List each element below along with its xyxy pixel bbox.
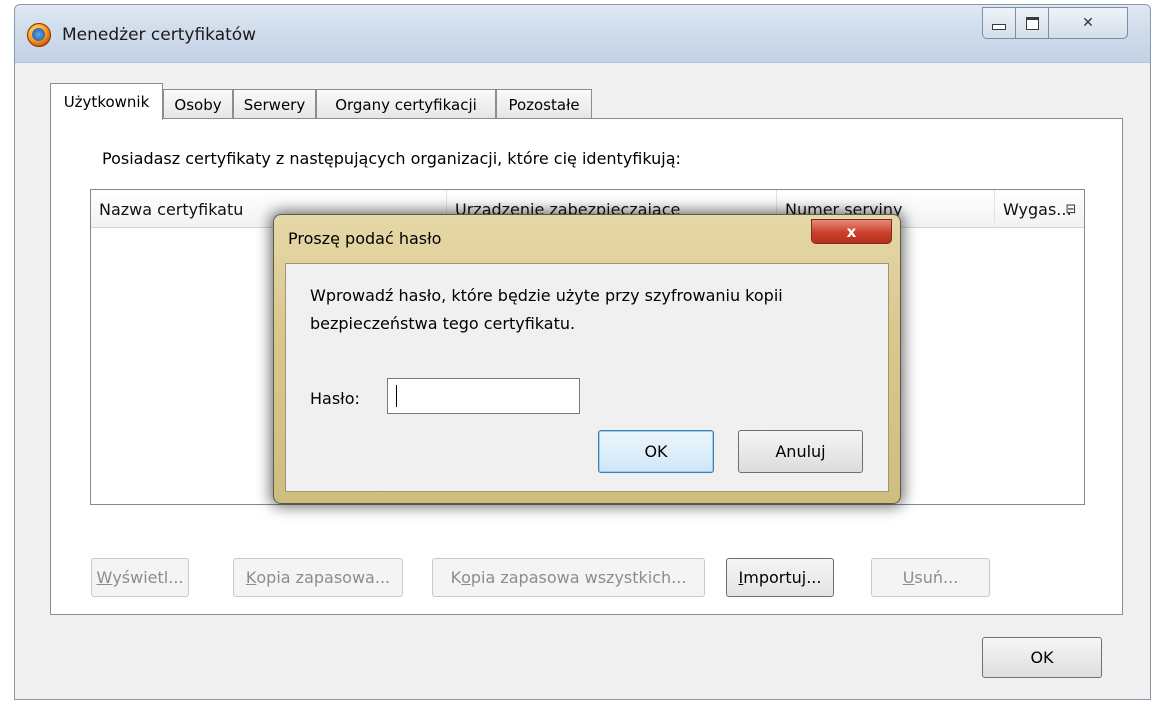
close-button[interactable]: ✕: [1048, 7, 1128, 39]
firefox-icon: [27, 23, 51, 47]
dialog-message-line-2: bezpieczeństwa tego certyfikatu.: [310, 314, 576, 333]
button-label: opia zapasowa...: [256, 568, 391, 587]
maximize-icon: [1025, 16, 1039, 30]
maximize-button[interactable]: [1015, 7, 1049, 39]
minimize-button[interactable]: [982, 7, 1016, 39]
button-label: K: [450, 568, 462, 587]
password-input[interactable]: [387, 378, 580, 414]
dialog-ok-button[interactable]: OK: [598, 430, 714, 473]
accel-key: o: [461, 568, 471, 587]
title-bar[interactable]: Menedżer certyfikatów ✕: [15, 5, 1150, 63]
tab-label: Pozostałe: [508, 95, 580, 114]
button-label: suń...: [914, 568, 959, 587]
text-caret: [396, 385, 397, 407]
tab-others[interactable]: Pozostałe: [496, 89, 592, 119]
accel-key: K: [245, 568, 257, 587]
accel-key: W: [96, 568, 113, 587]
dialog-body: Wprowadź hasło, które będzie użyte przy …: [285, 263, 889, 492]
dialog-message-line-1: Wprowadź hasło, które będzie użyte przy …: [310, 286, 783, 305]
dialog-cancel-button[interactable]: Anuluj: [738, 430, 863, 473]
tab-label: Osoby: [174, 95, 222, 114]
dialog-close-button[interactable]: x: [811, 219, 892, 244]
close-icon: x: [846, 222, 857, 241]
column-picker-icon[interactable]: ⊟: [1057, 190, 1085, 228]
tab-label: Organy certyfikacji: [335, 95, 477, 114]
view-button[interactable]: Wyświetl...: [91, 558, 189, 597]
button-label: pia zapasowa wszystkich...: [470, 568, 687, 587]
minimize-icon: [992, 24, 1006, 30]
dialog-title: Proszę podać hasło: [288, 229, 442, 248]
backup-button[interactable]: Kopia zapasowa...: [233, 558, 403, 597]
main-ok-button[interactable]: OK: [982, 637, 1102, 678]
accel-key: U: [902, 568, 915, 587]
tab-servers[interactable]: Serwery: [233, 89, 316, 119]
button-label: yświetl...: [112, 568, 184, 587]
column-header-expires[interactable]: Wygas...: [995, 190, 1072, 228]
tab-people[interactable]: Osoby: [163, 89, 233, 119]
panel-description: Posiadasz certyfikaty z następujących or…: [102, 149, 681, 168]
password-dialog: Proszę podać hasło x Wprowadź hasło, któ…: [273, 214, 901, 504]
password-label: Hasło:: [310, 389, 360, 408]
backup-all-button[interactable]: Ko pia zapasowa wszystkich...: [432, 558, 705, 597]
window-title: Menedżer certyfikatów: [62, 25, 257, 45]
import-button[interactable]: Importuj...: [726, 558, 834, 597]
tab-label: Serwery: [243, 95, 306, 114]
close-icon: ✕: [1082, 15, 1094, 31]
column-label: Nazwa certyfikatu: [99, 199, 244, 219]
tab-label: Użytkownik: [63, 93, 150, 111]
tab-authorities[interactable]: Organy certyfikacji: [316, 89, 496, 119]
button-label: mportuj...: [743, 568, 822, 587]
delete-button[interactable]: Usuń...: [871, 558, 990, 597]
tab-user[interactable]: Użytkownik: [50, 83, 163, 120]
